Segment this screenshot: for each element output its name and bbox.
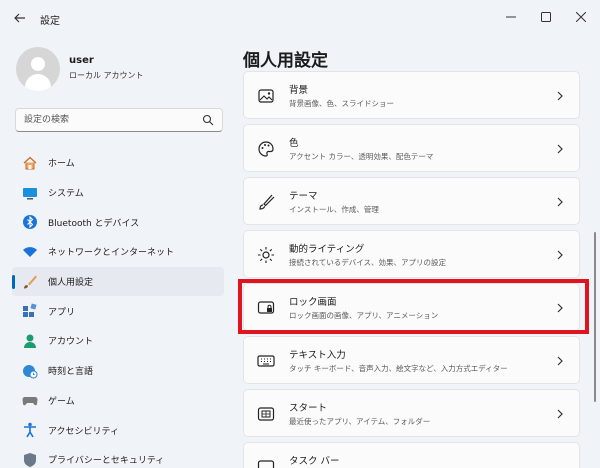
maximize-icon (541, 12, 551, 22)
card-themes[interactable]: テーマ インストール、作成、管理 (243, 177, 580, 225)
search-icon[interactable] (202, 114, 214, 126)
back-button[interactable] (10, 9, 30, 27)
sidebar-item-personalization[interactable]: 個人用設定 (12, 266, 224, 297)
maximize-button[interactable] (535, 8, 557, 26)
person-icon (22, 333, 38, 349)
sidebar-item-accounts[interactable]: アカウント (12, 326, 224, 356)
start-icon (257, 407, 275, 421)
back-arrow-icon (14, 13, 25, 23)
home-icon (22, 155, 38, 171)
shield-icon (22, 452, 38, 468)
chevron-right-icon (557, 409, 563, 419)
card-background[interactable]: 背景 背景画像、色、スライドショー (243, 71, 580, 119)
avatar (16, 47, 60, 91)
sidebar-item-label: ホーム (48, 159, 75, 170)
sidebar-item-accessibility[interactable]: アクセシビリティ (12, 415, 224, 445)
card-title: テーマ (289, 191, 318, 202)
globe-clock-icon (22, 363, 38, 379)
sidebar-item-time-language[interactable]: 時刻と言語 (12, 356, 224, 386)
close-icon (576, 12, 586, 22)
brush-icon (22, 274, 38, 290)
gamepad-icon (22, 392, 38, 408)
card-title: テキスト入力 (289, 350, 346, 361)
card-title: ロック画面 (289, 297, 337, 308)
sidebar-item-home[interactable]: ホーム (12, 148, 224, 178)
account-type: ローカル アカウント (69, 71, 144, 80)
wifi-icon (22, 244, 38, 260)
monitor-icon (22, 185, 38, 201)
card-subtitle: インストール、作成、管理 (289, 205, 379, 214)
page-title: 個人用設定 (243, 51, 328, 71)
close-button[interactable] (570, 8, 592, 26)
sidebar-item-label: アプリ (48, 307, 76, 318)
lock-screen-icon (257, 301, 275, 314)
card-dynamic-lighting[interactable]: 動的ライティング 接続されているデバイス、効果、アプリの設定 (243, 230, 580, 278)
card-start[interactable]: スタート 最近使ったアプリ、アイテム、フォルダー (243, 389, 580, 437)
card-title: 色 (289, 138, 299, 149)
brush-icon (259, 194, 275, 210)
sidebar-item-privacy[interactable]: プライバシーとセキュリティ (12, 445, 224, 468)
chevron-right-icon (557, 356, 563, 366)
search-input[interactable] (24, 113, 194, 127)
palette-icon (258, 141, 274, 157)
card-text-input[interactable]: テキスト入力 タッチ キーボード、音声入力、絵文字など、入力方式エディター (243, 336, 580, 384)
sidebar-item-apps[interactable]: アプリ (12, 296, 224, 326)
settings-search[interactable] (15, 108, 223, 132)
sidebar-item-label: プライバシーとセキュリティ (48, 456, 165, 467)
app-title: 設定 (40, 16, 60, 27)
sidebar-item-label: ゲーム (48, 396, 75, 407)
card-taskbar[interactable]: タスク バー (243, 442, 580, 468)
taskbar-icon (257, 460, 275, 468)
sidebar-item-label: 個人用設定 (48, 278, 94, 289)
bluetooth-icon (22, 214, 38, 230)
minimize-button[interactable] (500, 8, 522, 26)
chevron-right-icon (557, 91, 563, 101)
card-subtitle: ロック画面の画像、アプリ、アニメーション (289, 311, 439, 320)
chevron-right-icon (557, 197, 563, 207)
chevron-right-icon (557, 144, 563, 154)
keyboard-icon (257, 355, 275, 367)
card-subtitle: アクセント カラー、透明効果、配色テーマ (289, 152, 434, 161)
user-name: user (69, 55, 94, 66)
card-colors[interactable]: 色 アクセント カラー、透明効果、配色テーマ (243, 124, 580, 172)
sidebar-item-label: アクセシビリティ (48, 426, 120, 437)
title-bar: 設定 (0, 0, 600, 36)
image-icon (258, 89, 274, 103)
card-title: タスク バー (289, 456, 340, 467)
sidebar-item-label: 時刻と言語 (48, 367, 94, 378)
sidebar-nav: ホーム システム Bluetooth とデバイス ネットワークとインターネット … (12, 148, 224, 468)
sidebar-item-system[interactable]: システム (12, 178, 224, 208)
apps-icon (22, 303, 38, 319)
sidebar-item-network[interactable]: ネットワークとインターネット (12, 237, 224, 267)
sidebar-item-label: Bluetooth とデバイス (48, 218, 140, 229)
sidebar-item-label: アカウント (48, 337, 94, 348)
minimize-icon (506, 16, 516, 18)
chevron-right-icon (557, 303, 563, 313)
sidebar-item-bluetooth[interactable]: Bluetooth とデバイス (12, 207, 224, 237)
card-lock-screen[interactable]: ロック画面 ロック画面の画像、アプリ、アニメーション (243, 283, 580, 331)
card-subtitle: タッチ キーボード、音声入力、絵文字など、入力方式エディター (289, 364, 508, 373)
sidebar-item-gaming[interactable]: ゲーム (12, 386, 224, 416)
sidebar-item-label: ネットワークとインターネット (48, 248, 175, 259)
card-subtitle: 接続されているデバイス、効果、アプリの設定 (289, 258, 447, 267)
dynamic-lighting-icon (258, 247, 274, 263)
card-subtitle: 最近使ったアプリ、アイテム、フォルダー (289, 417, 431, 426)
card-title: 動的ライティング (289, 244, 365, 255)
settings-list: 背景 背景画像、色、スライドショー 色 アクセント カラー、透明効果、配色テーマ… (243, 71, 580, 468)
card-title: スタート (289, 403, 328, 414)
chevron-right-icon (557, 250, 563, 260)
card-title: 背景 (289, 85, 309, 96)
scrollbar[interactable] (594, 232, 596, 402)
sidebar-item-label: システム (48, 189, 84, 200)
card-subtitle: 背景画像、色、スライドショー (289, 99, 394, 108)
accessibility-icon (22, 422, 38, 438)
